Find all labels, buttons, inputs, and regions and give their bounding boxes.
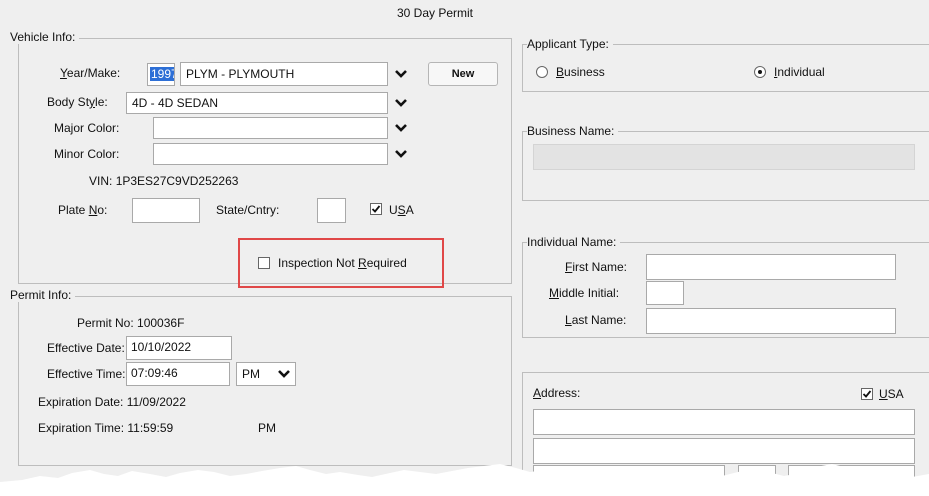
minor-color-chevron-icon[interactable] [389,143,413,165]
body-style-chevron-icon[interactable] [389,92,413,114]
body-style-label: Body Style: [47,95,108,109]
expiration-time-label: Expiration Time: [38,421,125,435]
plate-field[interactable] [132,198,200,223]
vin-row: VIN: 1P3ES27C9VD252263 [89,174,238,188]
year-value: 1997 [150,67,174,81]
make-select[interactable]: PLYM - PLYMOUTH [180,62,388,86]
usa-label: USA [389,203,414,217]
vin-value: 1P3ES27C9VD252263 [115,174,239,188]
effective-date-label: Effective Date: [47,341,125,355]
address-line1-field[interactable] [533,409,915,435]
applicant-type-label: Applicant Type: [527,37,613,51]
permit-info-label: Permit Info: [10,288,76,302]
window-title: 30 Day Permit [396,6,474,20]
business-radio[interactable] [536,66,548,78]
inspection-highlight [238,238,444,288]
individual-name-label: Individual Name: [527,235,621,249]
year-field[interactable]: 1997 [147,63,175,86]
permit-window: 30 Day Permit Vehicle Info: Year/Make: 1… [0,0,929,496]
business-name-label: Business Name: [527,124,619,138]
expiration-time-row: Expiration Time: 11:59:59 [38,421,173,435]
individual-radio-label: Individual [774,65,825,79]
effective-ampm-chevron-icon[interactable] [277,369,291,379]
major-color-label: Major Color: [54,121,120,135]
state-field[interactable] [317,198,346,223]
address-usa-label: USA [879,387,904,401]
body-style-select[interactable]: 4D - 4D SEDAN [126,92,388,114]
minor-color-select[interactable] [153,143,388,165]
permit-no-label: Permit No: [77,316,134,330]
torn-edge-decoration [0,464,929,496]
vin-label: VIN: [89,174,113,188]
effective-date-field[interactable]: 10/10/2022 [126,336,232,360]
last-name-label: Last Name: [565,313,627,327]
state-label: State/Cntry: [216,203,280,217]
minor-color-label: Minor Color: [54,147,120,161]
major-color-select[interactable] [153,117,388,139]
new-button[interactable]: New [428,62,498,86]
first-name-label: First Name: [565,260,628,274]
middle-initial-field[interactable] [646,281,684,305]
effective-time-field[interactable]: 07:09:46 [126,362,230,386]
business-name-field[interactable] [533,144,915,170]
effective-time-value: 07:09:46 [131,366,178,380]
usa-checkbox[interactable] [370,203,382,215]
expiration-ampm: PM [258,421,276,435]
effective-date-value: 10/10/2022 [131,340,192,354]
expiration-time-value: 11:59:59 [127,421,174,435]
make-dropdown-chevron-icon[interactable] [389,63,413,85]
effective-time-label: Effective Time: [47,367,126,381]
expiration-date-value: 11/09/2022 [126,395,186,409]
first-name-field[interactable] [646,254,896,280]
middle-initial-label: Middle Initial: [549,286,620,300]
last-name-field[interactable] [646,308,896,334]
address-usa-checkbox[interactable] [861,388,873,400]
address-label: Address: [533,386,581,400]
make-value: PLYM - PLYMOUTH [186,67,295,81]
permit-no-value: 100036F [137,316,185,330]
effective-ampm-value: PM [242,367,260,381]
individual-radio[interactable] [754,66,766,78]
expiration-date-row: Expiration Date: 11/09/2022 [38,395,186,409]
vehicle-info-label: Vehicle Info: [10,30,80,44]
year-make-label: Year/Make: [60,66,121,80]
major-color-chevron-icon[interactable] [389,117,413,139]
body-style-value: 4D - 4D SEDAN [132,96,219,110]
permit-no-row: Permit No: 100036F [77,316,184,330]
business-radio-label: Business [556,65,605,79]
expiration-date-label: Expiration Date: [38,395,124,409]
plate-label: Plate No: [58,203,108,217]
